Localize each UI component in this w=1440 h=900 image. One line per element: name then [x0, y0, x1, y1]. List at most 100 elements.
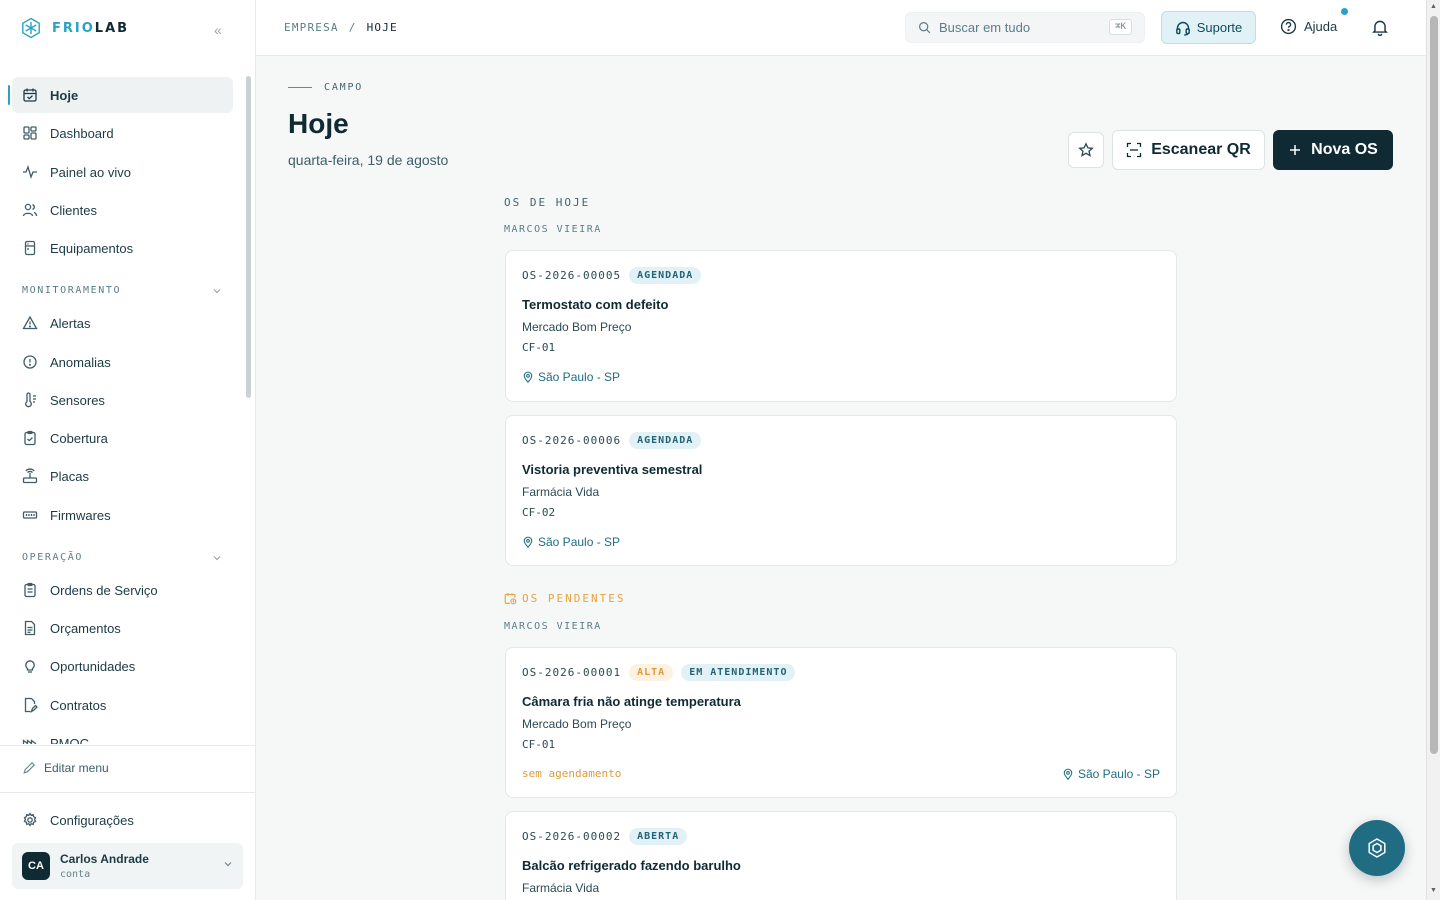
- sidebar-item-label: PMOC: [50, 735, 89, 745]
- sidebar-item-label: Firmwares: [50, 507, 111, 523]
- sidebar-item-clientes[interactable]: Clientes: [12, 192, 233, 228]
- priority-badge: ALTA: [629, 664, 674, 681]
- favorite-button[interactable]: [1068, 132, 1104, 168]
- user-menu[interactable]: CA Carlos Andrade conta: [12, 843, 243, 889]
- edit-menu-button[interactable]: Editar menu: [22, 761, 109, 775]
- plus-icon: [1290, 145, 1301, 155]
- sidebar-item-pmoc[interactable]: PMOC: [12, 725, 233, 744]
- card-header: OS-2026-00005 AGENDADA: [522, 267, 702, 284]
- status-badge: ABERTA: [629, 828, 688, 845]
- map-pin-icon: [523, 371, 533, 383]
- location-label: São Paulo - SP: [538, 370, 621, 384]
- star-icon: [1078, 142, 1094, 157]
- service-order-card[interactable]: OS-2026-00001 ALTA EM ATENDIMENTO Câmara…: [505, 647, 1177, 798]
- page-date: quarta-feira, 19 de agosto: [288, 152, 449, 168]
- calendar-clock-icon: [504, 593, 517, 605]
- page-title: Hoje: [288, 108, 349, 139]
- sidebar-scroll-thumb[interactable]: [246, 76, 251, 398]
- os-client: Mercado Bom Preço: [522, 717, 632, 731]
- clipboard-check-icon: [24, 430, 36, 446]
- sidebar-footer: Editar menu: [0, 745, 255, 775]
- bell-icon[interactable]: [1371, 18, 1389, 36]
- search-shortcut-badge: ⌘K: [1109, 19, 1132, 35]
- divider: [0, 792, 255, 793]
- scroll-up-arrow-icon[interactable]: ▲: [1430, 3, 1437, 10]
- search-icon: [919, 22, 931, 34]
- settings-label: Configurações: [50, 812, 134, 828]
- section-operacao[interactable]: OPERAÇÃO: [22, 552, 222, 563]
- settings-button[interactable]: Configurações: [22, 812, 134, 828]
- os-client: Farmácia Vida: [522, 485, 600, 499]
- support-button[interactable]: Suporte: [1161, 11, 1256, 44]
- new-os-button[interactable]: Nova OS: [1273, 130, 1393, 170]
- os-code: OS-2026-00005: [522, 269, 622, 282]
- os-title: Balcão refrigerado fazendo barulho: [522, 858, 741, 873]
- scan-qr-label: Escanear QR: [1151, 141, 1251, 158]
- map-pin-icon: [523, 536, 533, 548]
- new-os-label: Nova OS: [1311, 141, 1378, 158]
- sidebar-item-firmwares[interactable]: Firmwares: [12, 497, 233, 533]
- sidebar-item-cobertura[interactable]: Cobertura: [12, 420, 233, 456]
- sidebar-item-oportunidades[interactable]: Oportunidades: [12, 648, 233, 684]
- gear-icon: [23, 812, 37, 827]
- chevron-down-icon: [213, 555, 221, 560]
- sidebar-item-label: Hoje: [50, 87, 79, 103]
- scan-icon: [1127, 142, 1142, 158]
- service-order-card[interactable]: OS-2026-00005 AGENDADA Termostato com de…: [505, 250, 1177, 402]
- kicker-label: CAMPO: [324, 82, 364, 93]
- sidebar-item-sensores[interactable]: Sensores: [12, 382, 233, 418]
- card-header: OS-2026-00006 AGENDADA: [522, 432, 702, 449]
- edit-menu-label: Editar menu: [44, 761, 109, 775]
- topbar: EMPRESA / HOJE Buscar em tudo ⌘K Suporte…: [256, 0, 1426, 56]
- sidebar-item-equipamentos[interactable]: Equipamentos: [12, 230, 233, 266]
- os-code: OS-2026-00001: [522, 666, 622, 679]
- sidebar-item-contratos[interactable]: Contratos: [12, 687, 233, 723]
- sidebar-item-dashboard[interactable]: Dashboard: [12, 115, 233, 151]
- section-monitoramento[interactable]: MONITORAMENTO: [22, 285, 222, 296]
- help-button[interactable]: Ajuda: [1280, 18, 1337, 35]
- scan-qr-button[interactable]: Escanear QR: [1112, 130, 1265, 170]
- sidebar-item-label: Clientes: [50, 202, 97, 218]
- sidebar-item-label: Ordens de Serviço: [50, 582, 158, 598]
- pulse-icon: [23, 165, 37, 179]
- sidebar-scrollbar[interactable]: [246, 76, 252, 744]
- collapse-sidebar-icon[interactable]: «: [214, 22, 222, 38]
- sidebar-item-label: Anomalias: [50, 354, 111, 370]
- schedule-status: sem agendamento: [522, 767, 622, 780]
- chevron-down-icon: [213, 288, 221, 293]
- user-name: Carlos Andrade: [60, 852, 149, 866]
- calendar-check-icon: [23, 88, 37, 102]
- os-title: Câmara fria não atinge temperatura: [522, 694, 741, 709]
- lightbulb-icon: [25, 660, 35, 673]
- os-equipment: CF-02: [522, 506, 556, 519]
- breadcrumb: EMPRESA / HOJE: [284, 21, 398, 34]
- brand-logo[interactable]: FRIOLAB: [20, 17, 129, 39]
- sidebar-item-anomalias[interactable]: Anomalias: [12, 344, 233, 380]
- fridge-icon: [24, 240, 36, 256]
- page-scrollbar[interactable]: ▲ ▼: [1426, 0, 1440, 900]
- help-circle-icon: [1280, 18, 1297, 35]
- sidebar-item-painel-ao-vivo[interactable]: Painel ao vivo: [12, 154, 233, 190]
- breadcrumb-separator: /: [348, 21, 357, 34]
- clipboard-list-icon: [24, 582, 36, 598]
- sidebar-item-ordens-de-servico[interactable]: Ordens de Serviço: [12, 572, 233, 608]
- sidebar-item-placas[interactable]: Placas: [12, 458, 233, 494]
- os-location: São Paulo - SP: [1062, 767, 1160, 781]
- breadcrumb-empresa[interactable]: EMPRESA: [284, 21, 339, 34]
- hexagon-icon: [1368, 838, 1386, 858]
- router-icon: [22, 468, 38, 484]
- search-input[interactable]: Buscar em tudo ⌘K: [905, 12, 1145, 43]
- sidebar-item-label: Painel ao vivo: [50, 164, 131, 180]
- sidebar-item-alertas[interactable]: Alertas: [12, 305, 233, 341]
- scroll-down-arrow-icon[interactable]: ▼: [1430, 887, 1437, 894]
- page-kicker: CAMPO: [288, 82, 363, 93]
- section-label: MONITORAMENTO: [22, 285, 122, 296]
- service-order-card[interactable]: OS-2026-00002 ABERTA Balcão refrigerado …: [505, 811, 1177, 900]
- sidebar-item-orcamentos[interactable]: Orçamentos: [12, 610, 233, 646]
- sidebar-item-hoje[interactable]: Hoje: [8, 77, 233, 113]
- assistant-fab-button[interactable]: [1349, 820, 1405, 876]
- service-order-card[interactable]: OS-2026-00006 AGENDADA Vistoria preventi…: [505, 415, 1177, 566]
- page-scroll-thumb[interactable]: [1430, 16, 1438, 754]
- os-code: OS-2026-00002: [522, 830, 622, 843]
- location-label: São Paulo - SP: [1077, 767, 1160, 781]
